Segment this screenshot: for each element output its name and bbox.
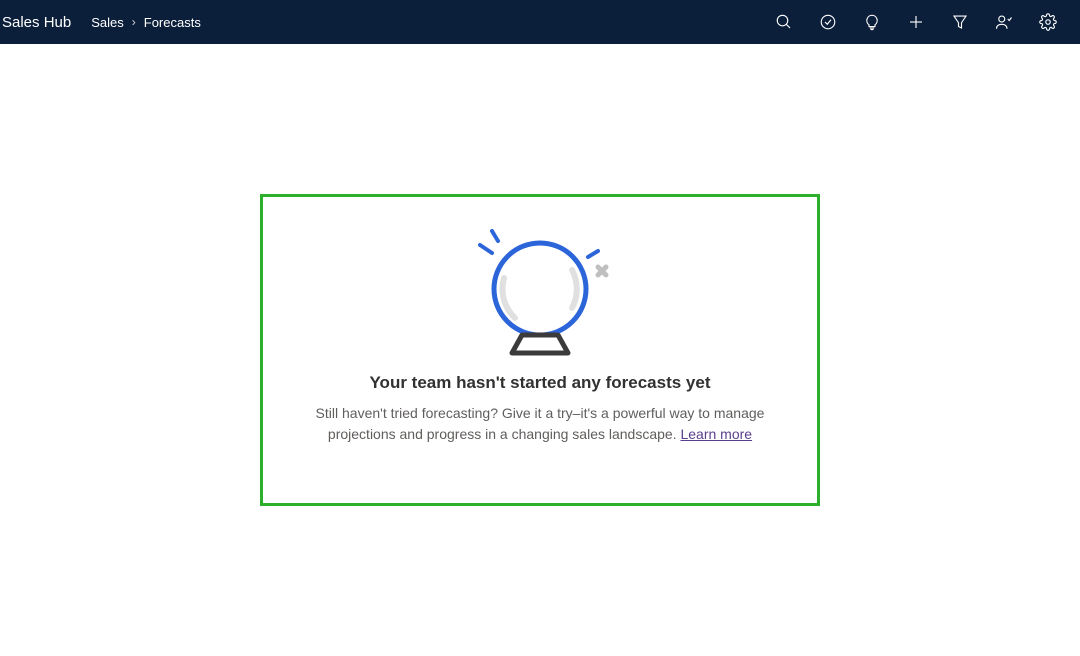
crystal-ball-illustration xyxy=(460,223,620,363)
app-name: Sales Hub xyxy=(0,14,83,31)
search-button[interactable] xyxy=(762,0,806,44)
breadcrumb-parent[interactable]: Sales xyxy=(91,15,124,30)
settings-button[interactable] xyxy=(1026,0,1070,44)
breadcrumb-current: Forecasts xyxy=(144,15,201,30)
lightbulb-button[interactable] xyxy=(850,0,894,44)
gear-icon xyxy=(1039,13,1057,31)
empty-state-card: Your team hasn't started any forecasts y… xyxy=(260,194,820,506)
plus-icon xyxy=(907,13,925,31)
task-icon xyxy=(819,13,837,31)
lightbulb-icon xyxy=(863,13,881,31)
empty-state-title: Your team hasn't started any forecasts y… xyxy=(369,373,710,393)
chevron-right-icon: › xyxy=(132,15,136,29)
learn-more-link[interactable]: Learn more xyxy=(680,426,752,442)
assistant-button[interactable] xyxy=(982,0,1026,44)
search-icon xyxy=(775,13,793,31)
breadcrumb: Sales › Forecasts xyxy=(91,15,201,30)
app-header: Sales Hub Sales › Forecasts xyxy=(0,0,1080,44)
add-button[interactable] xyxy=(894,0,938,44)
filter-button[interactable] xyxy=(938,0,982,44)
filter-icon xyxy=(951,13,969,31)
task-button[interactable] xyxy=(806,0,850,44)
main-content: Your team hasn't started any forecasts y… xyxy=(0,44,1080,506)
assistant-icon xyxy=(995,13,1013,31)
empty-state-text: Still haven't tried forecasting? Give it… xyxy=(310,403,770,445)
